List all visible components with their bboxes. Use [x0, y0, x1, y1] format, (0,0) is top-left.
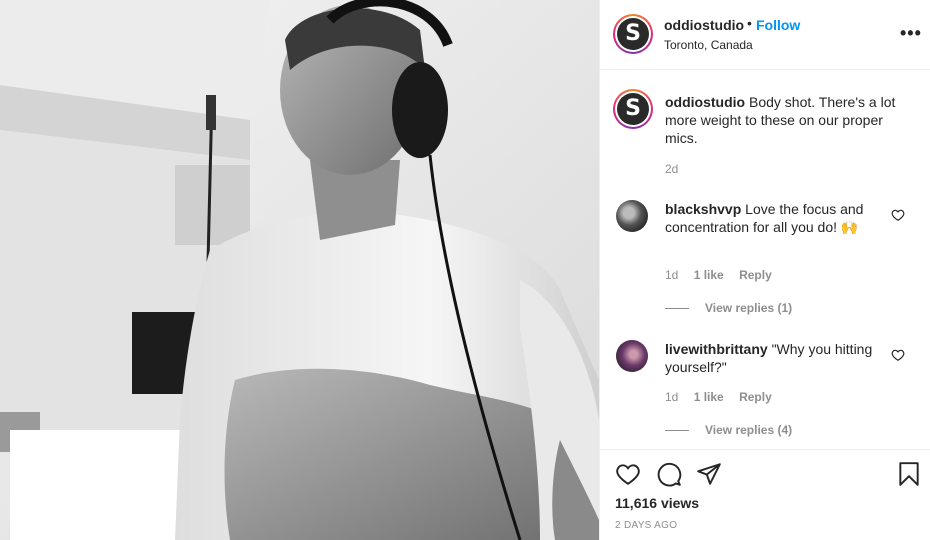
comment-meta: 1d 1 like Reply: [665, 268, 784, 282]
post-caption: oddiostudio Body shot. There's a lot mor…: [665, 93, 915, 147]
comments-section[interactable]: S oddiostudio Body shot. There's a lot m…: [600, 71, 930, 449]
studio-logo-icon: S: [617, 93, 649, 125]
post-actions: 11,616 views 2 DAYS AGO: [600, 449, 930, 540]
author-avatar[interactable]: S: [613, 14, 653, 54]
commenter-avatar[interactable]: [616, 200, 648, 232]
comment-timestamp[interactable]: 1d: [665, 390, 678, 404]
comment-likes[interactable]: 1 like: [694, 268, 724, 282]
author-username[interactable]: oddiostudio: [664, 17, 744, 33]
divider-line: [665, 429, 689, 431]
comment-username[interactable]: blackshvvp: [665, 201, 741, 217]
instagram-post: S oddiostudio • Follow Toronto, Canada •…: [0, 0, 930, 540]
reply-button[interactable]: Reply: [739, 390, 772, 404]
divider-line: [665, 307, 689, 309]
comment-body: blackshvvp Love the focus and concentrat…: [665, 200, 885, 236]
separator-dot: •: [747, 15, 752, 31]
view-count[interactable]: 11,616 views: [615, 495, 699, 511]
comment-body: livewithbrittany "Why you hitting yourse…: [665, 340, 885, 376]
raised-hands-icon: 🙌: [840, 219, 859, 235]
comment-meta: 1d 1 like Reply: [665, 390, 784, 404]
commenter-avatar[interactable]: [616, 340, 648, 372]
paper-plane-icon[interactable]: [696, 461, 722, 487]
post-side-panel: S oddiostudio • Follow Toronto, Canada •…: [599, 0, 930, 540]
caption-username[interactable]: oddiostudio: [665, 94, 745, 110]
follow-button[interactable]: Follow: [756, 17, 800, 33]
post-location[interactable]: Toronto, Canada: [664, 38, 753, 52]
comment-timestamp[interactable]: 1d: [665, 268, 678, 282]
view-replies-label: View replies (1): [705, 301, 793, 315]
reply-button[interactable]: Reply: [739, 268, 772, 282]
heart-icon[interactable]: [615, 461, 641, 487]
posted-time[interactable]: 2 DAYS AGO: [615, 520, 677, 531]
post-video[interactable]: [0, 0, 599, 540]
post-header: S oddiostudio • Follow Toronto, Canada •…: [600, 0, 930, 70]
comment-icon[interactable]: [656, 461, 682, 487]
caption-timestamp[interactable]: 2d: [665, 162, 678, 176]
comment-like-heart-icon[interactable]: [891, 208, 905, 222]
comment-likes[interactable]: 1 like: [694, 390, 724, 404]
studio-logo-icon: S: [617, 18, 649, 50]
view-replies-label: View replies (4): [705, 423, 793, 437]
more-options-button[interactable]: •••: [900, 23, 922, 44]
bookmark-icon[interactable]: [896, 461, 922, 487]
comment-username[interactable]: livewithbrittany: [665, 341, 768, 357]
view-replies-button[interactable]: View replies (4): [665, 423, 792, 437]
caption-avatar[interactable]: S: [613, 89, 653, 129]
view-replies-button[interactable]: View replies (1): [665, 301, 792, 315]
video-frame: [0, 0, 599, 540]
comment-like-heart-icon[interactable]: [891, 348, 905, 362]
